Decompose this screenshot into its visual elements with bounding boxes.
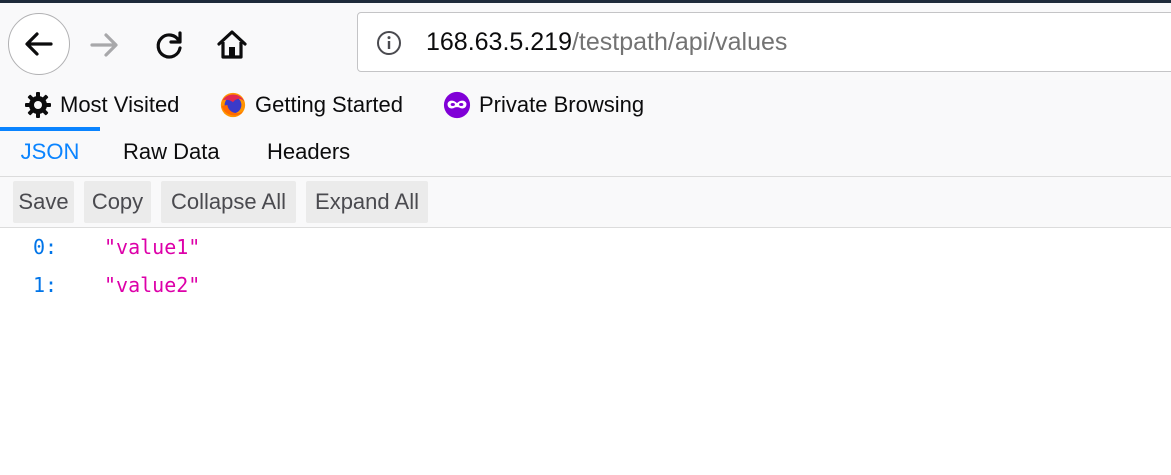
expand-all-button[interactable]: Expand All — [306, 181, 428, 223]
bookmarks-toolbar: Most Visited Getting Started Private Bro… — [0, 83, 1171, 127]
tab-json[interactable]: JSON — [0, 127, 100, 176]
home-button[interactable] — [212, 25, 252, 65]
tab-headers[interactable]: Headers — [267, 127, 350, 176]
info-icon[interactable] — [376, 30, 402, 56]
url-path: /testpath/api/values — [571, 28, 788, 56]
firefox-logo-icon — [219, 91, 247, 119]
json-key: 0: — [33, 235, 58, 259]
active-tab-indicator — [0, 127, 100, 131]
tab-raw-data[interactable]: Raw Data — [123, 127, 220, 176]
home-icon — [217, 30, 247, 59]
save-button[interactable]: Save — [13, 181, 74, 223]
reload-icon — [156, 31, 182, 59]
bookmark-label: Private Browsing — [479, 92, 645, 117]
back-arrow-icon — [25, 32, 53, 56]
back-button[interactable] — [8, 13, 70, 75]
reload-button[interactable] — [150, 25, 190, 65]
url-host: 168.63.5.219 — [426, 28, 572, 56]
private-mask-icon — [443, 91, 471, 119]
navigation-bar: 168.63.5.219/testpath/api/values — [0, 3, 1171, 83]
json-toolbar: Save Copy Collapse All Expand All — [0, 177, 1171, 228]
bookmark-label: Getting Started — [255, 92, 403, 117]
bookmark-private-browsing[interactable]: Private Browsing — [443, 89, 644, 121]
json-row[interactable]: 1: "value2" — [0, 266, 1171, 304]
forward-arrow-icon — [90, 33, 118, 57]
copy-button[interactable]: Copy — [84, 181, 151, 223]
gear-icon — [24, 91, 52, 119]
forward-button[interactable] — [84, 25, 124, 65]
collapse-all-button[interactable]: Collapse All — [161, 181, 296, 223]
bookmark-label: Most Visited — [60, 92, 180, 117]
url-text[interactable]: 168.63.5.219/testpath/api/values — [426, 27, 787, 57]
json-key: 1: — [33, 273, 58, 297]
json-value: "value1" — [104, 235, 201, 259]
bookmark-getting-started[interactable]: Getting Started — [219, 89, 403, 121]
json-row[interactable]: 0: "value1" — [0, 228, 1171, 266]
bookmark-most-visited[interactable]: Most Visited — [24, 89, 179, 121]
url-bar[interactable]: 168.63.5.219/testpath/api/values — [357, 12, 1171, 72]
json-value: "value2" — [104, 273, 201, 297]
viewer-tabs: JSON Raw Data Headers — [0, 127, 1171, 177]
